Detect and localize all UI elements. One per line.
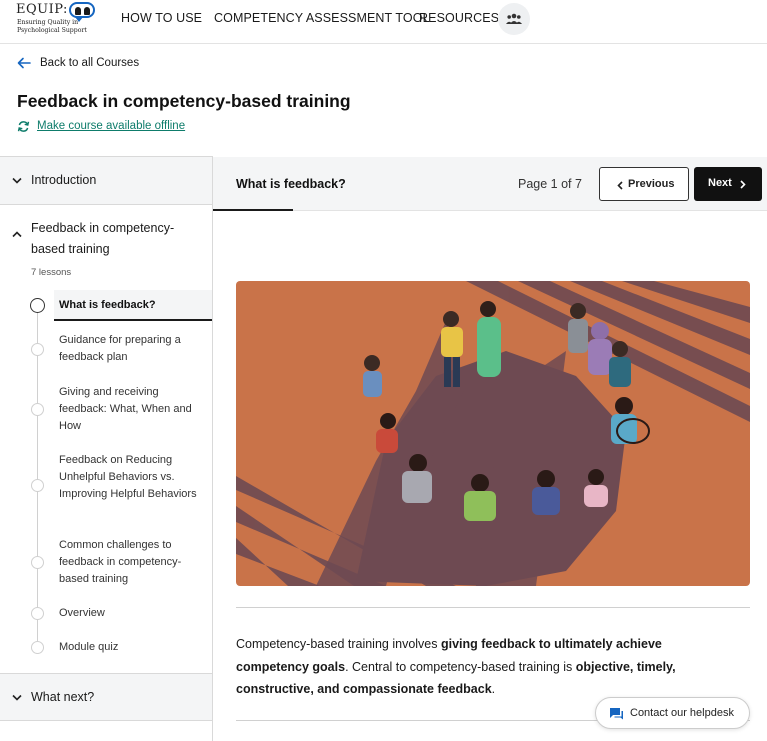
section-introduction-label: Introduction <box>31 173 97 187</box>
top-navigation: EQUIP: Ensuring Quality in Psychological… <box>0 0 767 44</box>
contact-helpdesk-button[interactable]: Contact our helpdesk <box>595 697 750 729</box>
next-label: Next <box>708 177 732 189</box>
course-sidebar: Introduction Feedback in competency-base… <box>0 156 213 741</box>
next-button[interactable]: Next <box>694 167 762 201</box>
lesson-status-icon <box>30 298 45 313</box>
nav-resources[interactable]: RESOURCES <box>419 11 499 25</box>
offline-label: Make course available offline <box>37 120 186 132</box>
section-what-next[interactable]: What next? <box>0 673 212 721</box>
people-icon <box>506 13 522 24</box>
lesson-title: What is feedback? <box>236 177 346 191</box>
lesson-item-reducing-unhelpful[interactable]: Feedback on Reducing Unhelpful Behaviors… <box>0 452 212 520</box>
back-label: Back to all Courses <box>40 57 140 69</box>
lesson-label: Common challenges to feedback in compete… <box>59 539 182 585</box>
lesson-status-icon <box>31 343 44 356</box>
lesson-intro-paragraph: Competency-based training involves givin… <box>236 633 726 701</box>
sync-icon <box>17 121 30 132</box>
page-title: Feedback in competency-based training <box>17 91 351 111</box>
text-segment: . Central to competency-based training i… <box>345 659 576 674</box>
lesson-status-icon <box>31 641 44 654</box>
chevron-left-icon <box>617 181 623 190</box>
lesson-label: Feedback on Reducing Unhelpful Behaviors… <box>59 454 197 500</box>
section-introduction[interactable]: Introduction <box>0 157 212 205</box>
chevron-down-icon <box>12 694 22 701</box>
lesson-status-icon <box>31 403 44 416</box>
section-feedback-label: Feedback in competency-based training <box>31 221 175 256</box>
nav-competency-assessment-tool[interactable]: COMPETENCY ASSESSMENT TOOL <box>214 11 430 25</box>
text-segment: . <box>491 682 496 696</box>
lesson-title-underline <box>213 209 293 211</box>
lesson-item-module-quiz[interactable]: Module quiz <box>0 639 212 656</box>
lesson-item-common-challenges[interactable]: Common challenges to feedback in compete… <box>0 537 212 588</box>
lesson-item-overview[interactable]: Overview <box>0 605 212 622</box>
lesson-count: 7 lessons <box>31 267 72 278</box>
lesson-label: Overview <box>59 607 105 619</box>
lesson-header-bar: What is feedback? Page 1 of 7 Previous N… <box>213 157 767 211</box>
nav-how-to-use[interactable]: HOW TO USE <box>121 11 202 25</box>
lesson-status-icon <box>31 556 44 569</box>
logo-tagline: Ensuring Quality in Psychological Suppor… <box>17 19 87 34</box>
lesson-label: What is feedback? <box>59 299 156 311</box>
previous-button[interactable]: Previous <box>599 167 689 201</box>
previous-label: Previous <box>628 178 675 190</box>
lesson-item-guidance[interactable]: Guidance for preparing a feedback plan <box>0 332 212 366</box>
page-indicator: Page 1 of 7 <box>518 177 582 191</box>
lesson-label: Giving and receiving feedback: What, Whe… <box>59 386 192 432</box>
logo-wordmark: EQUIP: <box>16 2 68 17</box>
text-segment: Competency-based training involves <box>236 637 441 651</box>
chevron-down-icon <box>12 177 22 184</box>
speech-bubble-icon <box>69 2 95 22</box>
community-button[interactable] <box>498 3 530 35</box>
equip-logo[interactable]: EQUIP: Ensuring Quality in Psychological… <box>16 2 96 40</box>
section-what-next-label: What next? <box>31 690 95 704</box>
lesson-status-icon <box>31 607 44 620</box>
feedback-circle-illustration <box>236 281 750 586</box>
lesson-item-what-is-feedback[interactable]: What is feedback? <box>0 290 212 321</box>
lesson-label: Module quiz <box>59 641 119 653</box>
chevron-right-icon <box>740 180 746 189</box>
helpdesk-label: Contact our helpdesk <box>630 707 734 719</box>
lesson-item-giving-receiving[interactable]: Giving and receiving feedback: What, Whe… <box>0 384 212 435</box>
lesson-status-icon <box>31 479 44 492</box>
divider <box>236 607 750 608</box>
chat-icon <box>610 708 623 720</box>
arrow-left-icon <box>17 57 31 69</box>
chevron-up-icon <box>12 231 22 238</box>
lesson-label: Guidance for preparing a feedback plan <box>59 334 181 363</box>
